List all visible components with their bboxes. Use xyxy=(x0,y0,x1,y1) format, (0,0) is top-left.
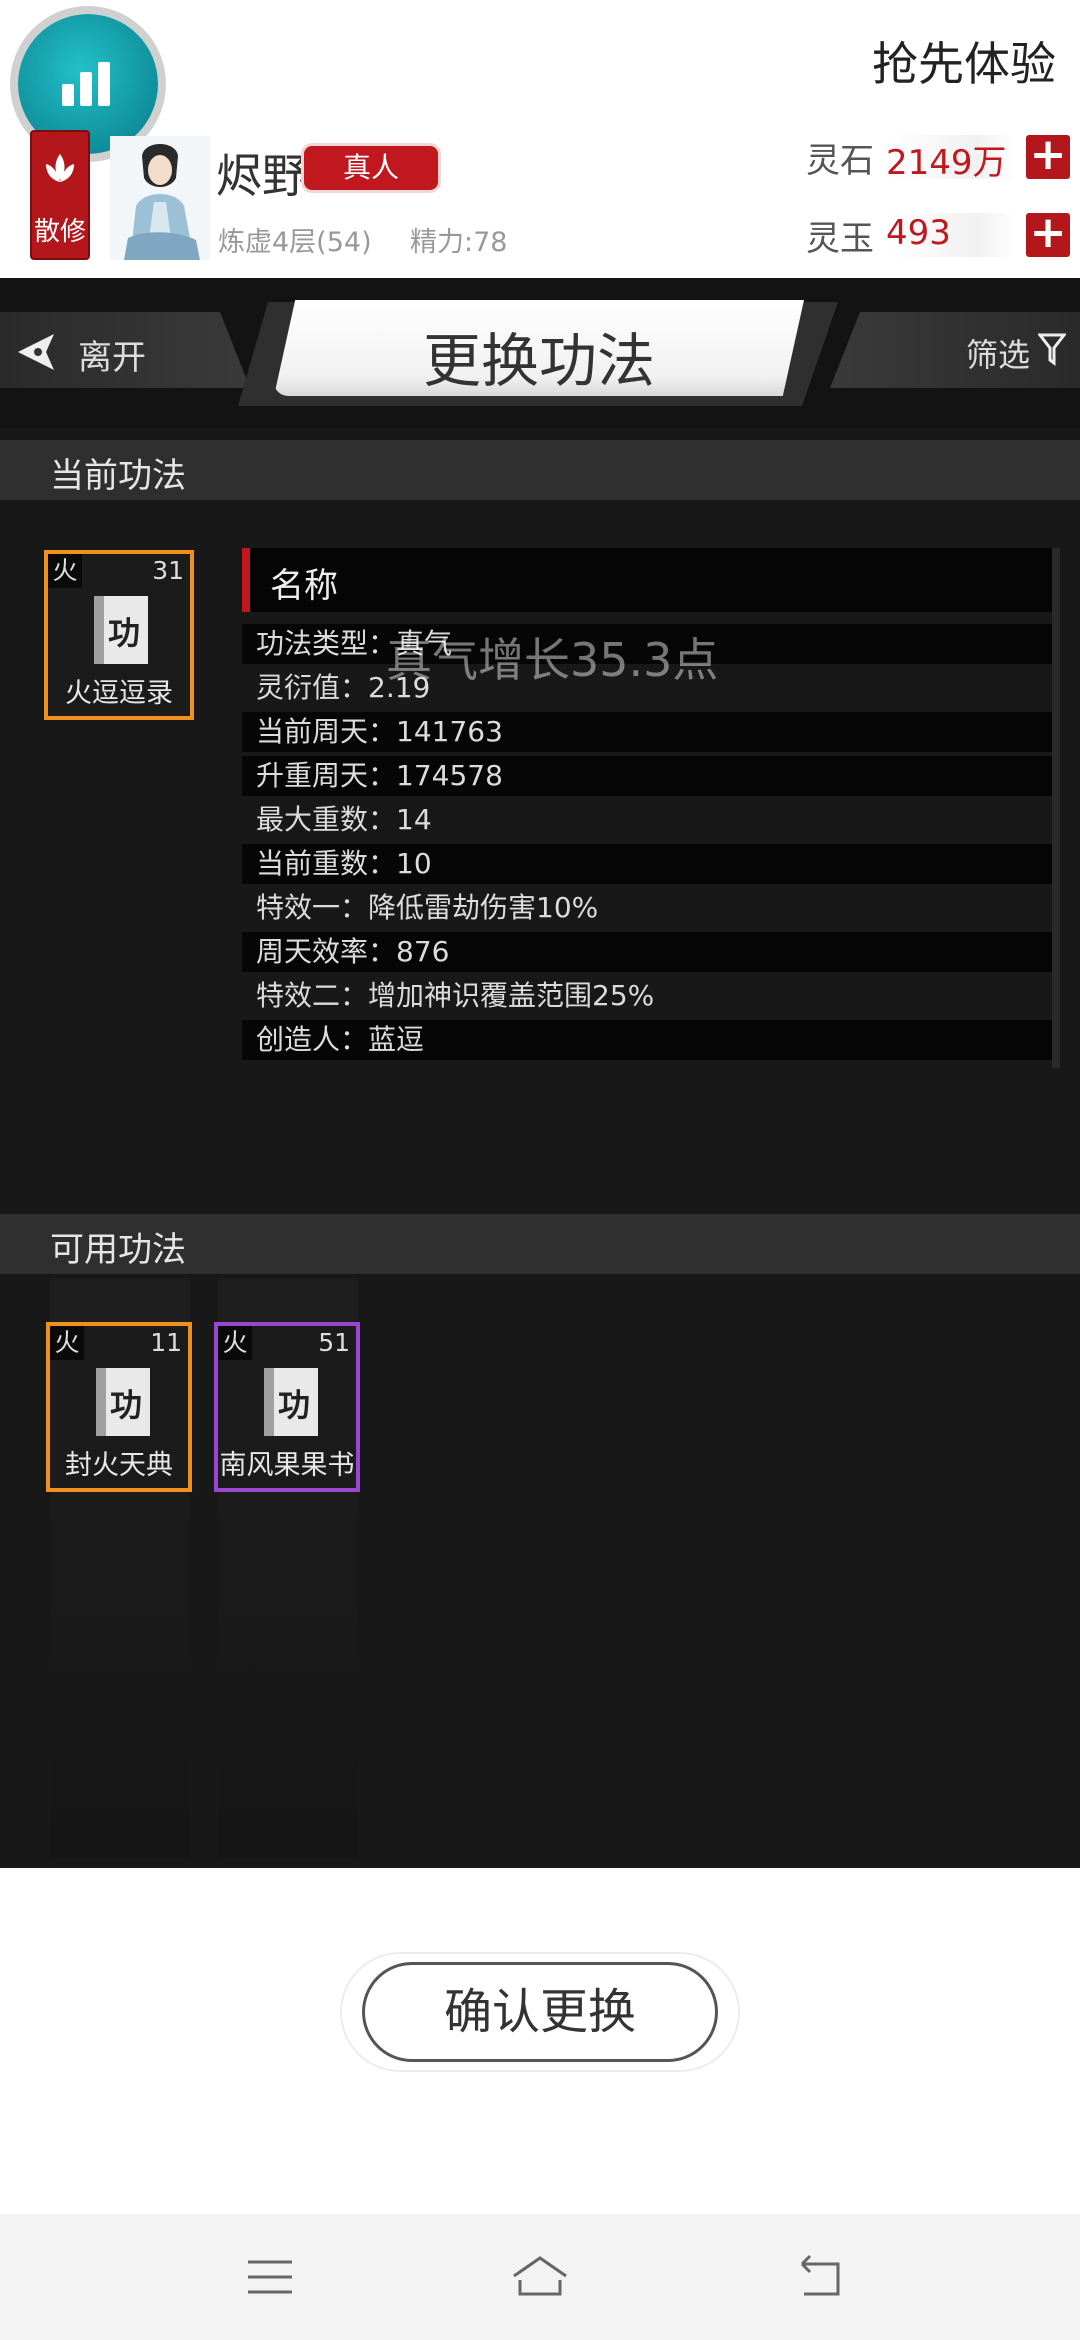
player-rank-badge: 真人 xyxy=(304,146,438,190)
book-glyph: 功 xyxy=(278,1386,311,1424)
detail-name-label: 名称 xyxy=(270,566,338,606)
spirit-jade-label: 灵玉 xyxy=(806,218,874,259)
spirit-jade-value: 493 xyxy=(886,213,1016,257)
spirit-jade-row: 灵玉 493 + xyxy=(806,208,1070,262)
energy-value: 精力:78 xyxy=(410,227,508,258)
sect-label: 散修 xyxy=(33,217,86,247)
attr-row: 最大重数：14 xyxy=(256,803,432,836)
top-header: 抢先体验 散修 烬野 真人 炼虚4层(54) 精力:78 灵石 2149万 + xyxy=(0,0,1080,280)
page-title: 更换功法 xyxy=(422,327,655,395)
detail-scrollbar[interactable] xyxy=(1052,548,1060,1068)
lotus-icon xyxy=(46,154,74,182)
book-glyph: 功 xyxy=(110,1386,143,1424)
scroll-book-icon: 功 xyxy=(96,1368,150,1436)
technique-level: 51 xyxy=(318,1328,350,1357)
element-tag: 火 xyxy=(50,1326,84,1360)
attr-row: 周天效率：876 xyxy=(242,932,1052,972)
spirit-stone-row: 灵石 2149万 + xyxy=(806,130,1070,184)
back-arrow-icon[interactable] xyxy=(16,332,60,372)
technique-name: 南风果果书 xyxy=(219,1450,355,1481)
home-icon[interactable] xyxy=(510,2250,570,2304)
book-glyph: 功 xyxy=(108,614,141,652)
technique-name: 封火天典 xyxy=(65,1450,173,1481)
title-bar: 离开 更换功法 筛选 xyxy=(0,278,1080,428)
current-technique-title: 当前功法 xyxy=(50,456,186,496)
element-tag: 火 xyxy=(218,1326,252,1360)
player-name: 烬野 xyxy=(216,149,308,203)
scroll-book-icon: 功 xyxy=(94,596,148,664)
technique-level: 31 xyxy=(152,556,184,585)
spirit-stone-label: 灵石 xyxy=(806,140,874,181)
cultivation-level: 炼虚4层(54) xyxy=(218,227,372,258)
attr-row: 特效二：增加神识覆盖范围25% xyxy=(256,979,655,1012)
add-spirit-jade-button[interactable]: + xyxy=(1026,211,1070,257)
early-access-link[interactable]: 抢先体验 xyxy=(872,28,1056,94)
add-spirit-stone-button[interactable]: + xyxy=(1026,133,1070,179)
floating-gain-message: 真气增长35.3点 xyxy=(386,633,719,687)
attr-row: 当前周天：141763 xyxy=(242,712,1052,752)
attr-row: 创造人：蓝逗 xyxy=(242,1020,1052,1060)
spirit-stone-value: 2149万 xyxy=(886,135,1016,183)
system-nav-bar xyxy=(0,2214,1080,2340)
technique-name: 火逗逗录 xyxy=(65,678,173,709)
current-technique-card[interactable]: 火 31 功 火逗逗录 xyxy=(44,550,194,720)
scroll-book-icon: 功 xyxy=(264,1368,318,1436)
available-technique-card[interactable]: 火 51 功 南风果果书 xyxy=(214,1322,360,1492)
attr-row: 当前重数：10 xyxy=(242,844,1052,884)
player-avatar[interactable] xyxy=(110,136,210,260)
menu-icon[interactable] xyxy=(240,2250,300,2304)
bar-chart-icon xyxy=(62,62,114,106)
filter-label[interactable]: 筛选 xyxy=(966,330,1030,376)
available-technique-title: 可用功法 xyxy=(50,1230,186,1270)
available-technique-card[interactable]: 火 11 功 封火天典 xyxy=(46,1322,192,1492)
confirm-change-button[interactable]: 确认更换 xyxy=(362,1962,718,2062)
element-tag: 火 xyxy=(48,554,82,588)
filter-icon[interactable] xyxy=(1038,332,1066,366)
back-icon[interactable] xyxy=(790,2250,850,2304)
sect-badge: 散修 xyxy=(30,130,90,260)
technique-level: 11 xyxy=(150,1328,182,1357)
current-technique-header: 当前功法 xyxy=(0,440,1080,500)
technique-panel: 离开 更换功法 筛选 当前功法 火 31 功 火逗逗录 名称 功法类型：真气 灵 xyxy=(0,278,1080,1868)
attr-row: 特效一：降低雷劫伤害10% xyxy=(256,891,599,924)
available-technique-header: 可用功法 xyxy=(0,1214,1080,1274)
back-label[interactable]: 离开 xyxy=(78,330,146,379)
attr-row: 升重周天：174578 xyxy=(242,756,1052,796)
detail-name-bar: 名称 xyxy=(242,548,1052,612)
